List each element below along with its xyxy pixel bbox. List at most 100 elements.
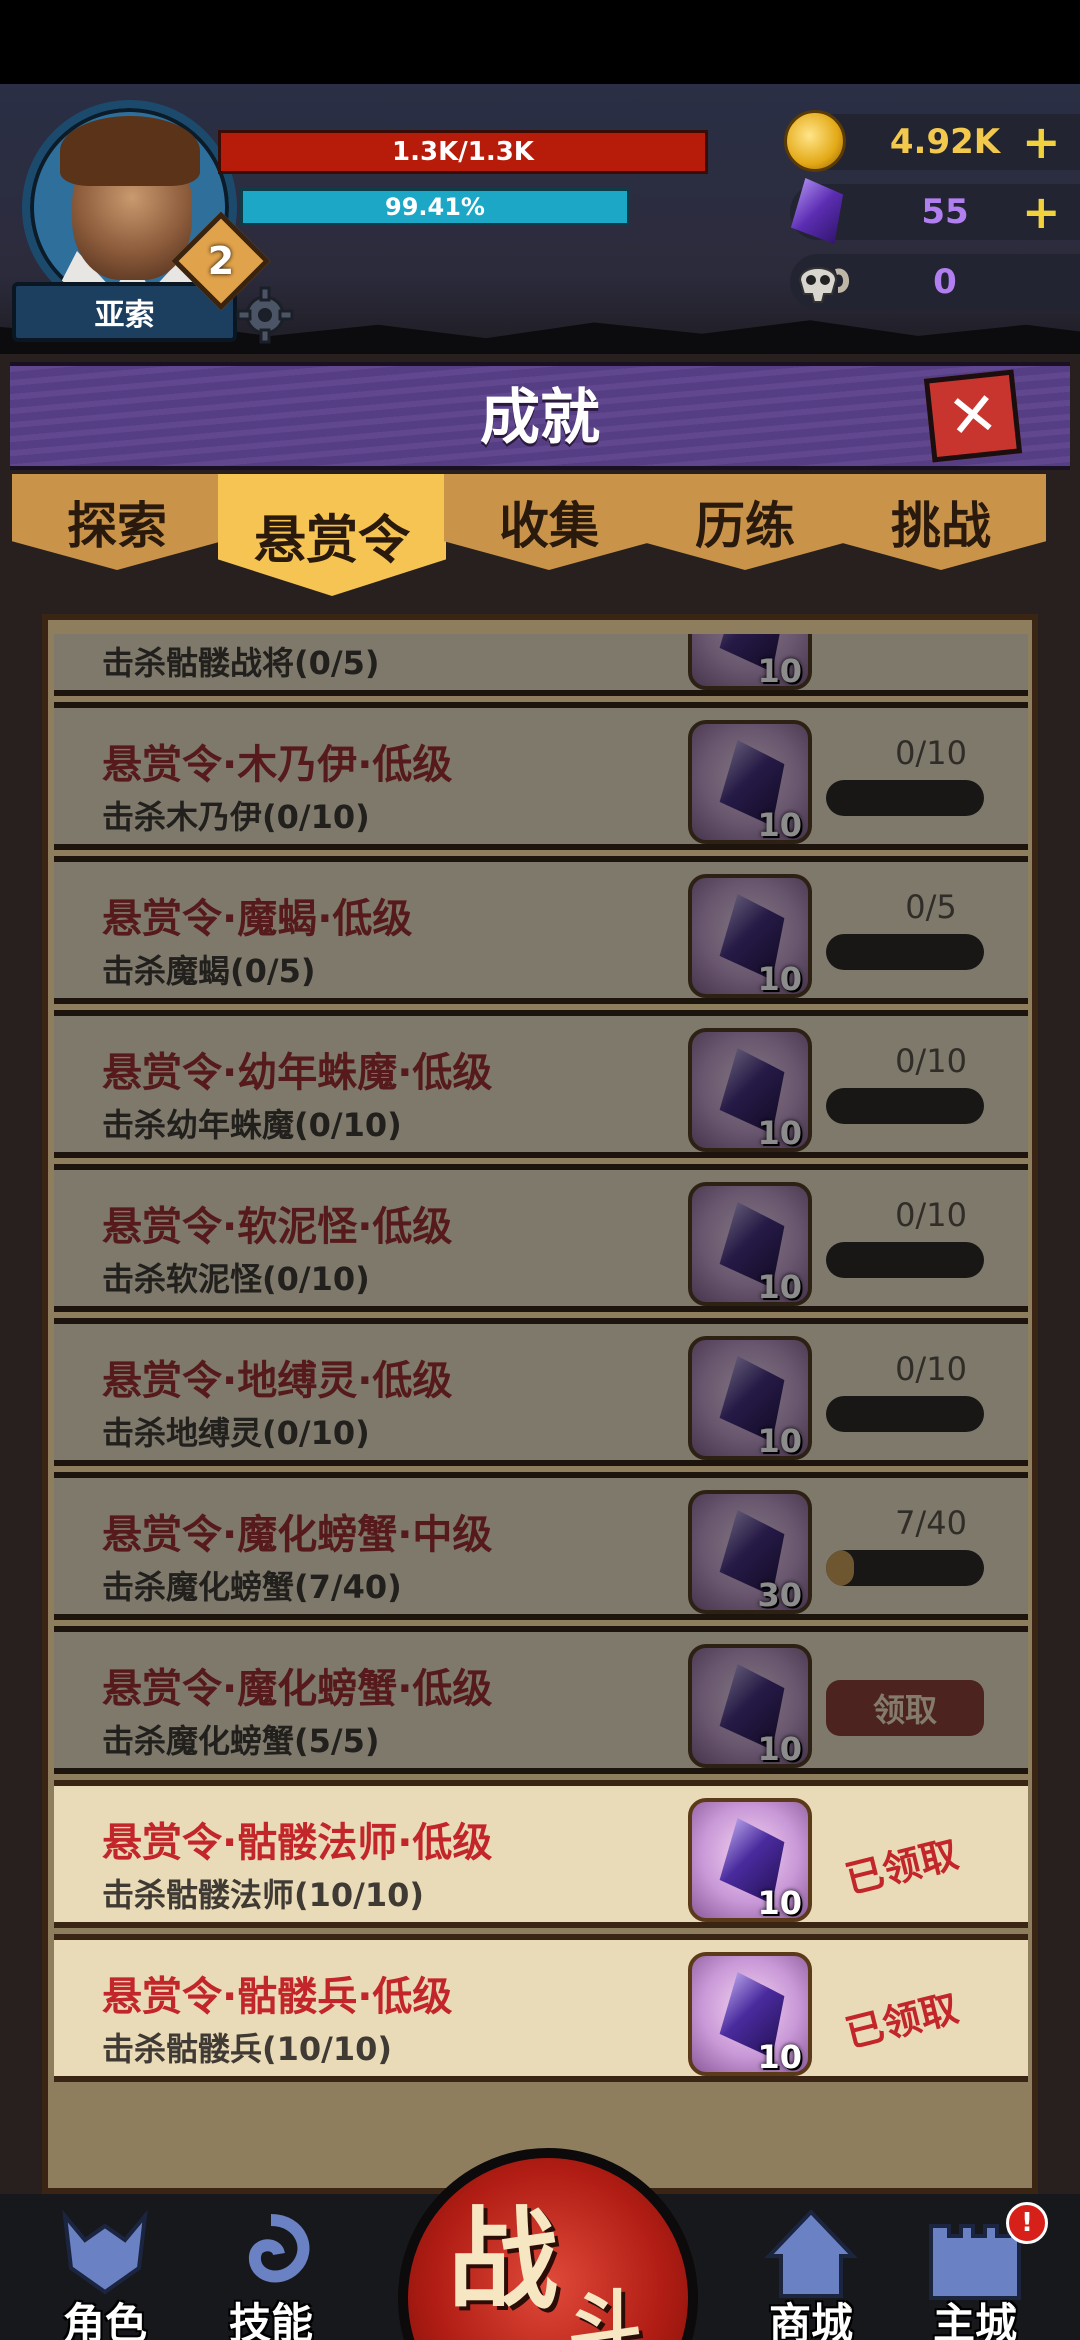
reward-item[interactable]: 10 xyxy=(688,1952,812,2076)
achievement-description: 击杀骷髅法师(10/10) xyxy=(102,1876,425,1914)
reward-quantity: 10 xyxy=(757,1114,802,1152)
nav-skills-label: 技能 xyxy=(228,2299,313,2340)
tab-challenge[interactable]: 挑战 xyxy=(836,474,1046,570)
achievements-panel: 成就 ✕ 探索 悬赏令 收集 历练 挑战 击杀骷髅战将(0/5) 10 悬赏令·木乃… xyxy=(0,354,1080,2194)
achievement-row[interactable]: 击杀骷髅战将(0/5) 10 xyxy=(54,634,1028,696)
skull-resource: 0 xyxy=(790,254,1080,310)
achievement-description: 击杀幼年蛛魔(0/10) xyxy=(102,1106,402,1144)
progress-fill xyxy=(826,1550,854,1586)
nav-skills[interactable]: 技能 xyxy=(206,2206,336,2340)
achievement-title: 悬赏令·软泥怪·低级 xyxy=(102,1204,453,1250)
achievement-description: 击杀地缚灵(0/10) xyxy=(102,1414,370,1452)
progress-bar xyxy=(826,1396,984,1432)
progress-label: 0/5 xyxy=(905,888,957,926)
progress-label: 0/10 xyxy=(895,1196,967,1234)
tab-training[interactable]: 历练 xyxy=(640,474,850,570)
achievement-description: 击杀软泥怪(0/10) xyxy=(102,1260,370,1298)
reward-quantity: 10 xyxy=(757,1422,802,1460)
achievement-row[interactable]: 悬赏令·魔化螃蟹·低级击杀魔化螃蟹(5/5) 10 领取 xyxy=(54,1626,1028,1774)
ram-skull-icon xyxy=(798,267,849,303)
gold-resource[interactable]: 4.92K + xyxy=(784,110,1080,172)
main-city-alert-badge: ! xyxy=(1006,2202,1048,2244)
gold-coin-icon xyxy=(784,110,846,172)
helmet-icon xyxy=(62,2209,148,2295)
nav-shop[interactable]: 商城 xyxy=(746,2206,876,2340)
reward-item[interactable]: 10 xyxy=(688,1336,812,1460)
progress-label: 0/10 xyxy=(895,1350,967,1388)
reward-quantity: 30 xyxy=(757,1576,802,1614)
add-gold-button[interactable]: + xyxy=(1022,115,1061,169)
nav-shop-label: 商城 xyxy=(768,2299,853,2340)
achievement-list[interactable]: 击杀骷髅战将(0/5) 10 悬赏令·木乃伊·低级击杀木乃伊(0/10) 10 0/10… xyxy=(42,614,1038,2194)
progress-label: 7/40 xyxy=(895,1504,967,1542)
reward-quantity: 10 xyxy=(757,652,802,690)
claim-button[interactable]: 领取 xyxy=(826,1680,984,1736)
achievement-row[interactable]: 悬赏令·魔蝎·低级击杀魔蝎(0/5) 10 0/5 xyxy=(54,856,1028,1004)
progress-label: 0/10 xyxy=(895,734,967,772)
achievement-title: 悬赏令·地缚灵·低级 xyxy=(102,1358,453,1404)
progress-label: 0/10 xyxy=(895,1042,967,1080)
close-button[interactable]: ✕ xyxy=(923,369,1023,463)
achievement-title: 悬赏令·骷髅法师·低级 xyxy=(102,1820,493,1866)
nav-main-city-label: 主城 xyxy=(932,2299,1017,2340)
progress-bar xyxy=(826,780,984,816)
achievement-title: 悬赏令·魔化螃蟹·低级 xyxy=(102,1666,493,1712)
achievement-description: 击杀木乃伊(0/10) xyxy=(102,798,370,836)
nav-character[interactable]: 角色 xyxy=(40,2206,170,2340)
gem-amount: 55 xyxy=(921,192,969,232)
reward-quantity: 10 xyxy=(757,1730,802,1768)
reward-item[interactable]: 30 xyxy=(688,1490,812,1614)
progress-bar xyxy=(826,1242,984,1278)
shop-tent-icon xyxy=(764,2209,858,2298)
reward-quantity: 10 xyxy=(757,1884,802,1922)
reward-item[interactable]: 10 xyxy=(688,634,812,690)
exp-bar: 99.41% xyxy=(240,188,630,226)
hp-bar: 1.3K/1.3K xyxy=(218,130,708,174)
achievement-row[interactable]: 悬赏令·魔化螃蟹·中级 击杀魔化螃蟹(7/40) 30 7/40 xyxy=(54,1472,1028,1620)
achievement-row[interactable]: 悬赏令·骷髅法师·低级 击杀骷髅法师(10/10) 10 已领取 xyxy=(54,1780,1028,1928)
reward-item[interactable]: 10 xyxy=(688,1028,812,1152)
tab-explore[interactable]: 探索 xyxy=(12,474,222,570)
achievement-list-scroll[interactable]: 击杀骷髅战将(0/5) 10 悬赏令·木乃伊·低级击杀木乃伊(0/10) 10 0/10… xyxy=(54,634,1028,2184)
progress-bar xyxy=(826,1088,984,1124)
reward-item[interactable]: 10 xyxy=(688,874,812,998)
gear-icon[interactable] xyxy=(234,284,296,346)
reward-item[interactable]: 10 xyxy=(688,720,812,844)
add-gems-button[interactable]: + xyxy=(1022,185,1061,239)
claimed-stamp: 已领取 xyxy=(841,1985,963,2057)
category-tabs: 探索 悬赏令 收集 历练 挑战 xyxy=(10,474,1070,596)
battle-label-2: 斗 xyxy=(568,2283,642,2340)
achievement-description: 击杀魔蝎(0/5) xyxy=(102,952,316,990)
battle-label-1: 战 xyxy=(448,2196,558,2324)
achievement-row[interactable]: 悬赏令·骷髅兵·低级 击杀骷髅兵(10/10) 10 已领取 xyxy=(54,1934,1028,2082)
swirl-icon xyxy=(249,2214,310,2283)
achievement-title: 悬赏令·魔蝎·低级 xyxy=(102,896,413,942)
reward-quantity: 10 xyxy=(757,960,802,998)
nav-character-label: 角色 xyxy=(62,2299,147,2340)
achievement-row[interactable]: 悬赏令·幼年蛛魔·低级击杀幼年蛛魔(0/10) 10 0/10 xyxy=(54,1010,1028,1158)
reward-item[interactable]: 10 xyxy=(688,1798,812,1922)
gold-amount: 4.92K xyxy=(889,122,1001,162)
achievement-description: 击杀魔化螃蟹(7/40) xyxy=(102,1568,402,1606)
status-bar xyxy=(0,0,1080,84)
reward-quantity: 10 xyxy=(757,806,802,844)
progress-bar xyxy=(826,934,984,970)
reward-item[interactable]: 10 xyxy=(688,1182,812,1306)
achievement-row[interactable]: 悬赏令·木乃伊·低级击杀木乃伊(0/10) 10 0/10 xyxy=(54,702,1028,850)
panel-title: 成就 xyxy=(480,382,600,453)
tab-collect[interactable]: 收集 xyxy=(444,474,654,570)
achievement-row[interactable]: 悬赏令·软泥怪·低级击杀软泥怪(0/10) 10 0/10 xyxy=(54,1164,1028,1312)
reward-quantity: 10 xyxy=(757,2038,802,2076)
achievement-description: 击杀魔化螃蟹(5/5) xyxy=(102,1722,380,1760)
achievement-row[interactable]: 悬赏令·地缚灵·低级击杀地缚灵(0/10) 10 0/10 xyxy=(54,1318,1028,1466)
gem-resource[interactable]: 55 + xyxy=(790,178,1080,244)
progress-bar xyxy=(826,1550,984,1586)
reward-item[interactable]: 10 xyxy=(688,1644,812,1768)
achievement-title: 悬赏令·木乃伊·低级 xyxy=(102,742,453,788)
achievement-description: 击杀骷髅兵(10/10) xyxy=(102,2030,393,2068)
reward-quantity: 10 xyxy=(757,1268,802,1306)
close-icon: ✕ xyxy=(944,378,1002,454)
skull-amount: 0 xyxy=(933,262,957,302)
achievement-title: 悬赏令·幼年蛛魔·低级 xyxy=(102,1050,493,1096)
tab-bounty[interactable]: 悬赏令 xyxy=(218,474,446,596)
